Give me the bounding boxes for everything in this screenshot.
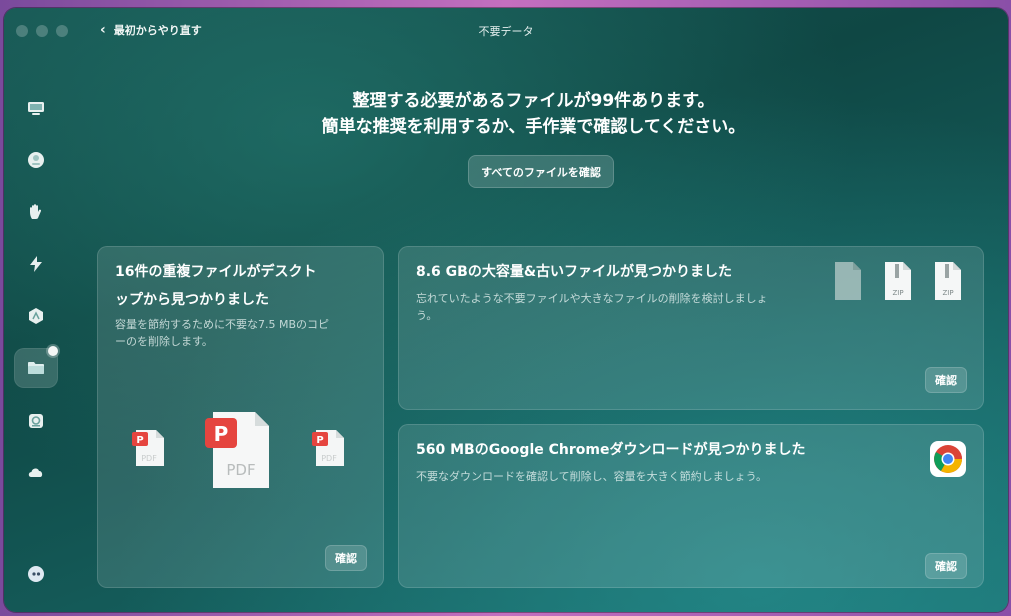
large-old-desc-line-2: う。 xyxy=(416,309,438,322)
duplicates-description: 容量を節約するために不要な7.5 MBのコピ ーのを削除します。 xyxy=(115,316,329,350)
svg-text:P: P xyxy=(136,435,143,446)
duplicates-title: 16件の重複ファイルがデスクト ップから見つかりました xyxy=(115,258,316,314)
large-old-review-button[interactable]: 確認 xyxy=(925,367,967,393)
chrome-description: 不要なダウンロードを確認して削除し、容量を大きく節約しましょう。 xyxy=(416,470,768,483)
large-old-title: 8.6 GBの大容量&古いファイルが見つかりました xyxy=(416,264,733,280)
scanner-icon xyxy=(29,414,43,428)
large-old-files-card: 8.6 GBの大容量&古いファイルが見つかりました 忘れていたような不要ファイル… xyxy=(398,246,984,410)
svg-text:P: P xyxy=(214,422,229,446)
sidebar-item-space-lens[interactable] xyxy=(14,401,58,441)
apps-icon xyxy=(29,308,43,324)
sidebar-item-applications[interactable] xyxy=(14,296,58,336)
pdf-file-icon-large: P PDF xyxy=(205,412,269,488)
app-window: ‹ 最初からやり直す 不要データ 整理する必要があるファイルが99件あります。 … xyxy=(4,8,1008,612)
lightning-icon xyxy=(30,256,42,272)
sidebar-assistant[interactable] xyxy=(14,554,58,594)
chrome-icon xyxy=(930,441,966,477)
sidebar-item-smart-scan[interactable] xyxy=(14,88,58,128)
svg-text:PDF: PDF xyxy=(321,454,337,463)
duplicates-title-line-1: 16件の重複ファイルがデスクト xyxy=(115,264,317,280)
chrome-title: 560 MBのGoogle Chromeダウンロードが見つかりました xyxy=(416,442,806,458)
duplicates-card: 16件の重複ファイルがデスクト ップから見つかりました 容量を節約するために不要… xyxy=(97,246,384,588)
svg-text:ZIP: ZIP xyxy=(892,289,903,297)
pdf-file-icon: P PDF xyxy=(312,430,344,466)
headline-line-1: 整理する必要があるファイルが99件あります。 xyxy=(352,91,715,111)
zip-file-icon: ZIP xyxy=(935,262,961,300)
review-all-files-button[interactable]: すべてのファイルを確認 xyxy=(468,155,614,188)
zip-file-icon: ZIP xyxy=(885,262,911,300)
duplicates-title-line-2: ップから見つかりました xyxy=(115,292,269,308)
sidebar-item-performance[interactable] xyxy=(14,244,58,284)
disk-icon xyxy=(28,152,44,168)
generic-file-icon xyxy=(835,262,861,300)
folder-icon xyxy=(28,362,44,374)
svg-text:ZIP: ZIP xyxy=(942,289,953,297)
chrome-review-button[interactable]: 確認 xyxy=(925,553,967,579)
sidebar-item-cloud[interactable] xyxy=(14,452,58,492)
hand-icon xyxy=(30,204,42,219)
duplicates-desc-line-1: 容量を節約するために不要な7.5 MBのコピ xyxy=(115,318,330,331)
large-old-desc-line-1: 忘れていたような不要ファイルや大きなファイルの削除を検討しましょ xyxy=(416,292,768,305)
svg-text:PDF: PDF xyxy=(141,454,157,463)
pdf-file-icon: P PDF xyxy=(132,430,164,466)
window-title: 不要データ xyxy=(478,25,534,38)
headline-line-2: 簡単な推奨を利用するか、手作業で確認してください。 xyxy=(321,117,746,137)
assistant-icon xyxy=(28,566,44,582)
sidebar-item-cleanup[interactable] xyxy=(14,140,58,180)
notification-dot xyxy=(48,346,58,356)
duplicates-desc-line-2: ーのを削除します。 xyxy=(115,335,213,348)
svg-text:P: P xyxy=(316,435,323,446)
monitor-icon xyxy=(28,102,44,115)
sidebar-item-my-clutter[interactable] xyxy=(14,346,58,388)
page-headline: 整理する必要があるファイルが99件あります。 簡単な推奨を利用するか、手作業で確… xyxy=(59,88,1008,140)
sidebar xyxy=(14,8,59,612)
svg-text:PDF: PDF xyxy=(226,461,255,479)
sidebar-item-protection[interactable] xyxy=(14,192,58,232)
cloud-icon xyxy=(28,468,43,477)
duplicates-review-button[interactable]: 確認 xyxy=(325,545,367,571)
chrome-downloads-card: 560 MBのGoogle Chromeダウンロードが見つかりました 不要なダウ… xyxy=(398,424,984,588)
large-old-description: 忘れていたような不要ファイルや大きなファイルの削除を検討しましょ う。 xyxy=(416,290,836,324)
